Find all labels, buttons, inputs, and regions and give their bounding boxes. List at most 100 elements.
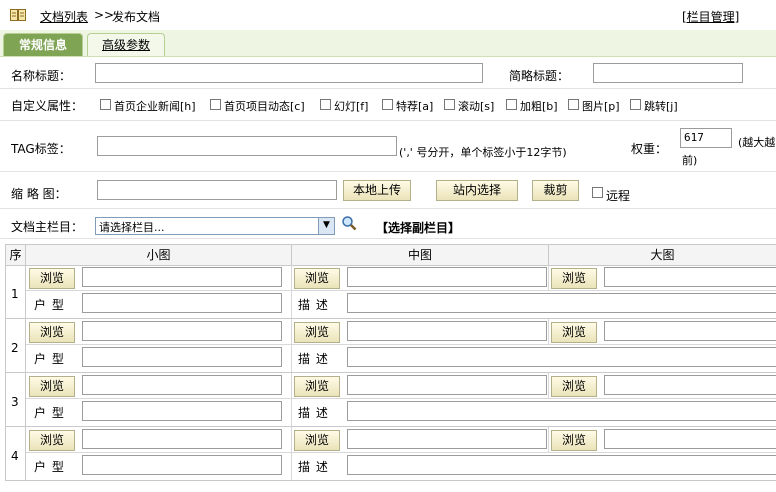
book-icon	[10, 9, 26, 21]
attr-label-j: 跳转[j]	[644, 100, 678, 113]
tag-input[interactable]	[97, 136, 397, 156]
small-image-input[interactable]	[82, 267, 282, 287]
category-select[interactable]: 请选择栏目... ▼	[95, 217, 335, 235]
category-manage-link[interactable]: [栏目管理]	[682, 8, 739, 25]
large-browse-button[interactable]: 浏览	[551, 268, 597, 289]
attr-checkbox-f[interactable]	[320, 99, 331, 110]
breadcrumb-current: 发布文档	[112, 10, 161, 24]
select-sub-category-link[interactable]: 【选择副栏目】	[376, 219, 460, 236]
weight-hint: (越大越	[738, 136, 776, 149]
house-type-label: 户 型	[34, 406, 65, 420]
grid-seq-number: 1	[11, 287, 19, 301]
thumbnail-input[interactable]	[97, 180, 337, 200]
chevron-down-icon: ▼	[318, 218, 334, 234]
remote-checkbox[interactable]	[592, 187, 603, 198]
site-select-button[interactable]: 站内选择	[436, 180, 518, 201]
description-input[interactable]	[347, 293, 776, 313]
breadcrumb-doc-list-link[interactable]: 文档列表	[40, 8, 88, 25]
small-browse-button[interactable]: 浏览	[29, 376, 75, 397]
attr-label-b: 加粗[b]	[520, 100, 558, 113]
large-browse-button[interactable]: 浏览	[551, 376, 597, 397]
tag-label: TAG标签：	[11, 142, 71, 156]
attr-checkbox-b[interactable]	[506, 99, 517, 110]
divider	[548, 319, 549, 344]
crop-button[interactable]: 裁剪	[532, 180, 579, 201]
medium-browse-button[interactable]: 浏览	[294, 430, 340, 451]
attr-label-c: 首页项目动态[c]	[224, 100, 305, 113]
remote-label: 远程	[606, 189, 631, 203]
attr-checkbox-j[interactable]	[630, 99, 641, 110]
title-label: 名称标题：	[11, 69, 72, 83]
grid-header-large: 大图	[650, 248, 675, 262]
medium-browse-button[interactable]: 浏览	[294, 376, 340, 397]
divider	[548, 427, 549, 452]
large-image-input[interactable]	[604, 429, 776, 449]
local-upload-button[interactable]: 本地上传	[343, 180, 411, 201]
medium-browse-button[interactable]: 浏览	[294, 322, 340, 343]
large-image-input[interactable]	[604, 267, 776, 287]
attr-label-p: 图片[p]	[582, 100, 620, 113]
divider	[5, 480, 776, 481]
grid-header-small: 小图	[26, 245, 292, 265]
divider	[26, 452, 776, 453]
house-type-input[interactable]	[82, 293, 282, 313]
short-title-input[interactable]	[593, 63, 743, 83]
small-image-input[interactable]	[82, 429, 282, 449]
medium-image-input[interactable]	[347, 429, 547, 449]
large-browse-button[interactable]: 浏览	[551, 430, 597, 451]
attr-label-h: 首页企业新闻[h]	[114, 100, 196, 113]
attr-checkbox-c[interactable]	[210, 99, 221, 110]
house-type-input[interactable]	[82, 347, 282, 367]
medium-image-input[interactable]	[347, 375, 547, 395]
weight-label: 权重：	[631, 142, 668, 156]
large-browse-button[interactable]: 浏览	[551, 322, 597, 343]
image-grid-header: 序 小图 中图 大图	[5, 244, 776, 266]
search-icon[interactable]	[341, 215, 357, 231]
small-browse-button[interactable]: 浏览	[29, 322, 75, 343]
house-type-input[interactable]	[82, 455, 282, 475]
divider	[26, 290, 776, 291]
divider	[0, 208, 776, 209]
divider	[26, 398, 776, 399]
divider	[548, 373, 549, 398]
attr-label-a: 特荐[a]	[396, 100, 434, 113]
medium-image-input[interactable]	[347, 321, 547, 341]
tab-general-info[interactable]: 常规信息	[3, 33, 83, 56]
attr-checkbox-h[interactable]	[100, 99, 111, 110]
large-image-input[interactable]	[604, 321, 776, 341]
grid-seq-number: 2	[11, 341, 19, 355]
large-image-input[interactable]	[604, 375, 776, 395]
weight-hint-tail: 前)	[682, 154, 698, 167]
description-input[interactable]	[347, 455, 776, 475]
attr-checkbox-p[interactable]	[568, 99, 579, 110]
tab-advanced-params[interactable]: 高级参数	[87, 33, 165, 56]
category-label: 文档主栏目：	[11, 220, 84, 234]
medium-image-input[interactable]	[347, 267, 547, 287]
description-label: 描 述	[298, 406, 329, 420]
tag-hint: (',' 号分开，单个标签小于12字节)	[399, 146, 567, 159]
small-browse-button[interactable]: 浏览	[29, 268, 75, 289]
title-input[interactable]	[95, 63, 483, 83]
grid-seq-number: 3	[11, 395, 19, 409]
attr-checkbox-s[interactable]	[444, 99, 455, 110]
category-select-value: 请选择栏目...	[99, 221, 165, 234]
description-input[interactable]	[347, 401, 776, 421]
attr-label-s: 滚动[s]	[458, 100, 495, 113]
grid-header-medium: 中图	[292, 245, 549, 265]
description-input[interactable]	[347, 347, 776, 367]
divider	[291, 345, 292, 373]
divider	[291, 427, 292, 452]
small-browse-button[interactable]: 浏览	[29, 430, 75, 451]
weight-input[interactable]: 617	[680, 128, 732, 148]
divider	[548, 265, 549, 290]
divider	[5, 426, 776, 427]
house-type-input[interactable]	[82, 401, 282, 421]
medium-browse-button[interactable]: 浏览	[294, 268, 340, 289]
divider	[291, 399, 292, 427]
attr-checkbox-a[interactable]	[382, 99, 393, 110]
small-image-input[interactable]	[82, 375, 282, 395]
house-type-label: 户 型	[34, 352, 65, 366]
divider	[291, 291, 292, 319]
divider	[291, 265, 292, 290]
small-image-input[interactable]	[82, 321, 282, 341]
